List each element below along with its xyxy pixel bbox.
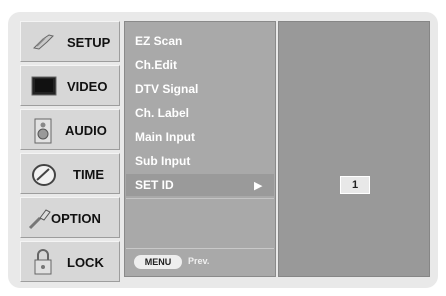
submenu-item-set-id[interactable]: SET ID ▶: [126, 174, 274, 196]
submenu-empty-area: [126, 198, 274, 248]
menu-tab-lock[interactable]: LOCK: [20, 241, 120, 282]
menu-tab-option[interactable]: OPTION: [20, 197, 120, 238]
submenu-item-dtv-signal[interactable]: DTV Signal: [135, 82, 198, 96]
value-panel: 1: [278, 21, 430, 277]
menu-tab-setup[interactable]: SETUP: [20, 21, 120, 62]
lock-icon: [33, 248, 53, 281]
prev-label: Prev.: [188, 256, 210, 266]
set-id-label: SET ID: [135, 178, 174, 192]
submenu-item-sub-input[interactable]: Sub Input: [135, 154, 190, 168]
menu-tab-video[interactable]: VIDEO: [20, 65, 120, 106]
speaker-icon: [33, 118, 53, 149]
menu-tab-label: OPTION: [51, 211, 101, 226]
menu-tab-audio[interactable]: AUDIO: [20, 109, 120, 150]
menu-tab-label: AUDIO: [65, 123, 107, 138]
submenu-item-ez-scan[interactable]: EZ Scan: [135, 34, 182, 48]
menu-tab-label: LOCK: [67, 255, 104, 270]
menu-tab-time[interactable]: TIME: [20, 153, 120, 194]
menu-tab-label: VIDEO: [67, 79, 108, 94]
setup-submenu: EZ Scan Ch.Edit DTV Signal Ch. Label Mai…: [124, 21, 276, 277]
submenu-item-ch-edit[interactable]: Ch.Edit: [135, 58, 177, 72]
set-id-value-box[interactable]: 1: [340, 176, 370, 194]
menu-tab-label: SETUP: [67, 35, 111, 50]
clock-icon: [31, 162, 57, 193]
setup-icon: [31, 30, 59, 59]
arrow-right-icon: ▶: [254, 180, 263, 192]
menu-tab-label: TIME: [73, 167, 105, 182]
tv-icon: [31, 76, 57, 101]
submenu-item-main-input[interactable]: Main Input: [135, 130, 195, 144]
submenu-item-ch-label[interactable]: Ch. Label: [135, 106, 189, 120]
menu-prev-bar: MENU Prev.: [126, 248, 274, 275]
option-icon: [27, 206, 53, 237]
menu-button[interactable]: MENU: [134, 255, 182, 269]
